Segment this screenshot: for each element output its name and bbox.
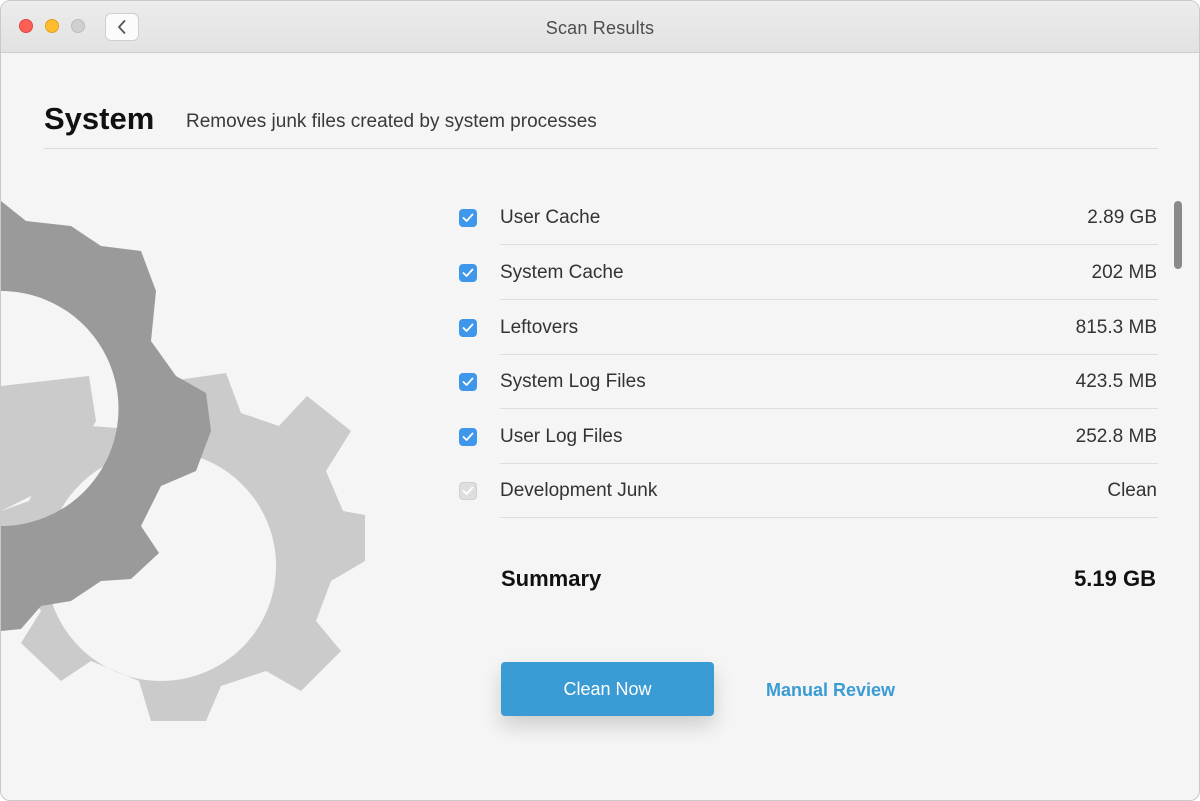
checkmark-icon: [462, 486, 474, 495]
section-title: System: [44, 101, 155, 136]
item-checkbox[interactable]: [459, 264, 477, 282]
scan-item-row[interactable]: User Log Files 252.8 MB: [459, 410, 1158, 464]
summary-total: 5.19 GB: [1074, 566, 1156, 591]
item-checkbox[interactable]: [459, 428, 477, 446]
checkmark-icon: [462, 432, 474, 441]
row-divider: [500, 517, 1158, 518]
manual-review-link[interactable]: Manual Review: [766, 680, 895, 701]
checkmark-icon: [462, 323, 474, 332]
item-status: Clean: [1107, 480, 1157, 501]
row-divider: [500, 244, 1158, 245]
scan-item-row[interactable]: System Log Files 423.5 MB: [459, 355, 1158, 409]
item-checkbox-disabled: [459, 482, 477, 500]
item-size: 423.5 MB: [1075, 371, 1157, 392]
item-label: User Cache: [500, 207, 601, 228]
scrollbar-thumb[interactable]: [1174, 201, 1182, 269]
item-checkbox[interactable]: [459, 373, 477, 391]
item-label: System Log Files: [500, 371, 646, 392]
item-label: System Cache: [500, 262, 624, 283]
section-description: Removes junk files created by system pro…: [186, 111, 597, 132]
item-checkbox[interactable]: [459, 209, 477, 227]
item-label: Development Junk: [500, 480, 658, 501]
clean-now-button[interactable]: Clean Now: [501, 662, 714, 716]
window-title: Scan Results: [545, 18, 655, 38]
scan-item-row[interactable]: Leftovers 815.3 MB: [459, 301, 1158, 355]
summary-label: Summary: [501, 566, 602, 591]
item-checkbox[interactable]: [459, 319, 477, 337]
scan-item-row: Development Junk Clean: [459, 464, 1158, 518]
checkmark-icon: [462, 213, 474, 222]
row-divider: [500, 408, 1158, 409]
header-divider: [44, 148, 1158, 149]
app-window: Scan Results System Removes junk files c…: [0, 0, 1200, 801]
item-size: 815.3 MB: [1075, 317, 1157, 338]
item-label: User Log Files: [500, 426, 623, 447]
item-size: 2.89 GB: [1087, 207, 1157, 228]
checkmark-icon: [462, 268, 474, 277]
checkmark-icon: [462, 377, 474, 386]
item-size: 202 MB: [1091, 262, 1157, 283]
gears-icon: [1, 201, 365, 721]
scan-item-row[interactable]: User Cache 2.89 GB: [459, 191, 1158, 245]
item-label: Leftovers: [500, 317, 579, 338]
title-bar: Scan Results: [1, 1, 1199, 53]
item-size: 252.8 MB: [1075, 426, 1157, 447]
scan-item-row[interactable]: System Cache 202 MB: [459, 246, 1158, 300]
row-divider: [500, 299, 1158, 300]
